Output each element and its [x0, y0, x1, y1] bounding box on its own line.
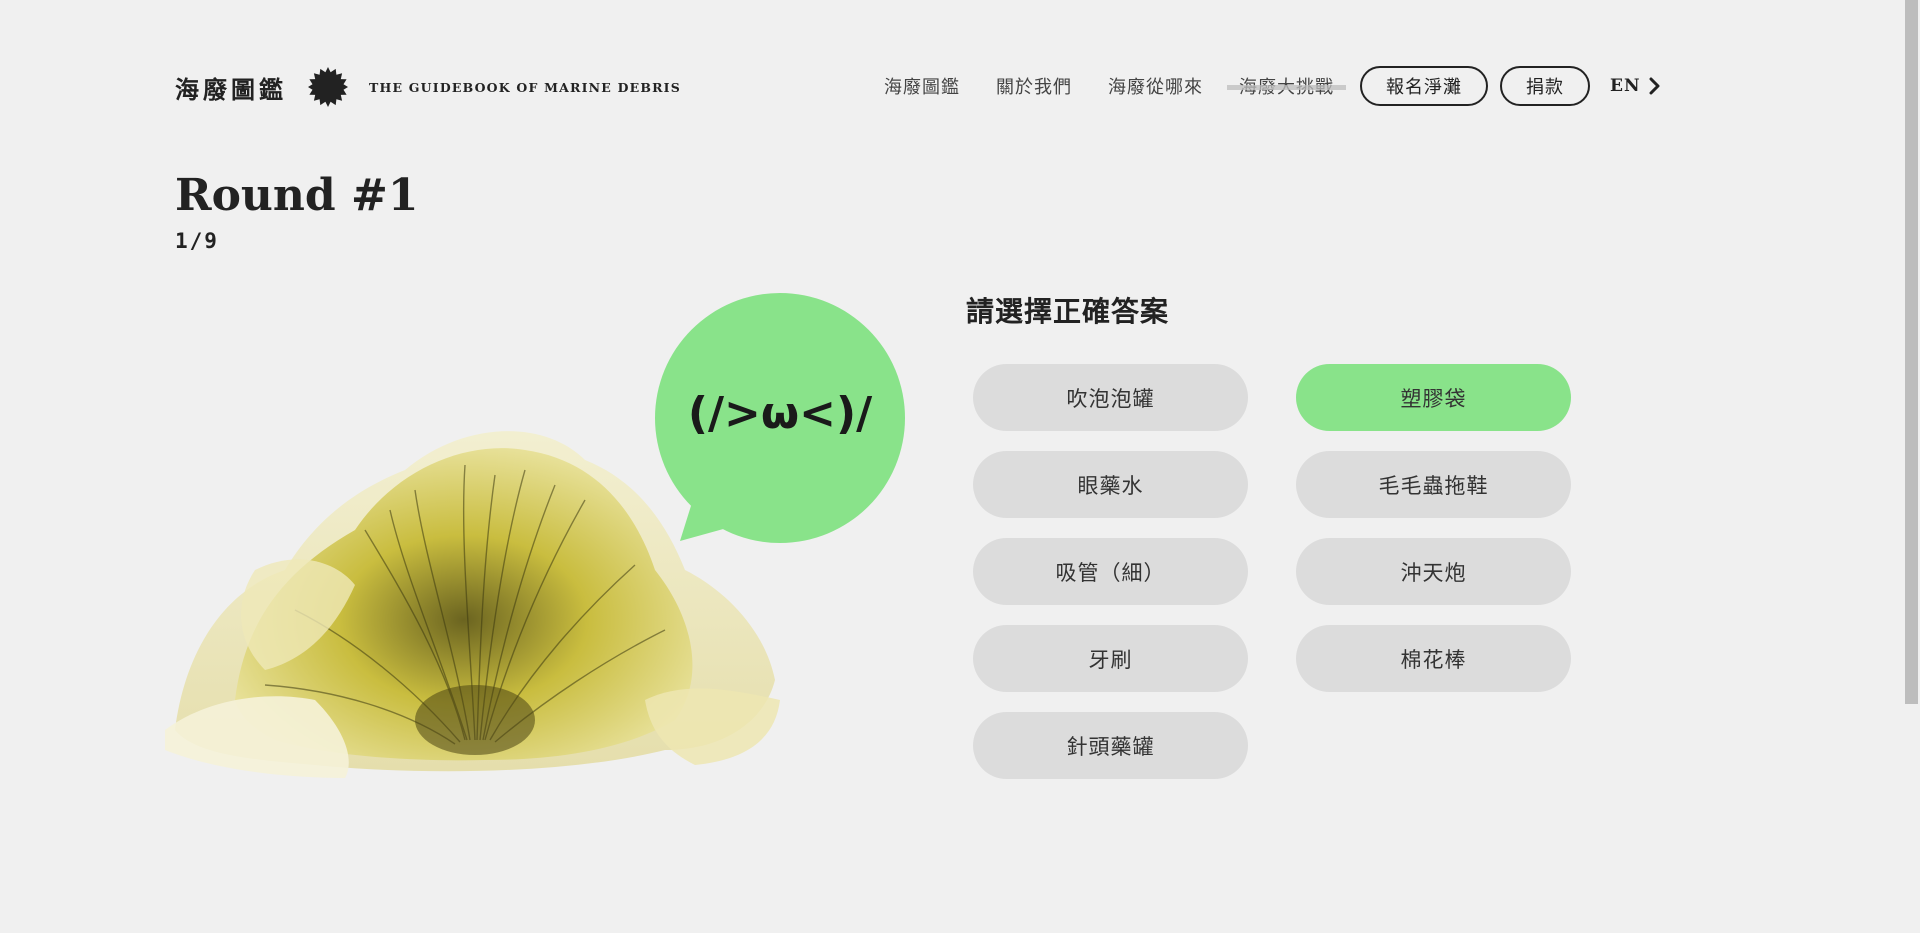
- nav-guidebook[interactable]: 海廢圖鑑: [884, 73, 960, 99]
- nav-about-us[interactable]: 關於我們: [996, 73, 1072, 99]
- brand-subtitle: THE GUIDEBOOK OF MARINE DEBRIS: [369, 79, 681, 95]
- answer-option[interactable]: 眼藥水: [973, 451, 1248, 518]
- spiky-sun-icon: [308, 67, 348, 107]
- answer-option[interactable]: 毛毛蟲拖鞋: [1296, 451, 1571, 518]
- chevron-right-icon: [1649, 77, 1659, 95]
- nav-debris-sources[interactable]: 海廢從哪來: [1108, 73, 1203, 99]
- answer-option[interactable]: 牙刷: [973, 625, 1248, 692]
- answer-option[interactable]: 沖天炮: [1296, 538, 1571, 605]
- answer-option[interactable]: 棉花棒: [1296, 625, 1571, 692]
- page: 海廢圖鑑 THE GUIDEBOOK OF MARINE DEBRIS 海廢圖鑑…: [0, 0, 1920, 933]
- scrollbar[interactable]: [1903, 0, 1920, 933]
- answer-option[interactable]: 吹泡泡罐: [973, 364, 1248, 431]
- main-nav: 海廢圖鑑 關於我們 海廢從哪來 海廢大挑戰 報名淨灘 捐款 EN: [884, 64, 1661, 108]
- scrollbar-thumb[interactable]: [1905, 0, 1918, 704]
- language-switch[interactable]: EN: [1610, 76, 1661, 96]
- language-label: EN: [1610, 76, 1641, 96]
- answer-option-selected[interactable]: 塑膠袋: [1296, 364, 1571, 431]
- round-progress: 1/9: [175, 229, 219, 253]
- speech-bubble-text: (/>ω<)/: [687, 388, 873, 439]
- signup-beach-cleanup-button[interactable]: 報名淨灘: [1360, 66, 1488, 106]
- answer-option[interactable]: 吸管（細）: [973, 538, 1248, 605]
- question-prompt: 請選擇正確答案: [966, 295, 1170, 328]
- answer-option[interactable]: 針頭藥罐: [973, 712, 1248, 779]
- brand-title: 海廢圖鑑: [175, 74, 287, 104]
- round-title: Round #1: [175, 170, 419, 221]
- brand[interactable]: 海廢圖鑑 THE GUIDEBOOK OF MARINE DEBRIS: [175, 66, 681, 108]
- nav-challenge[interactable]: 海廢大挑戰: [1239, 73, 1334, 99]
- donate-button[interactable]: 捐款: [1500, 66, 1590, 106]
